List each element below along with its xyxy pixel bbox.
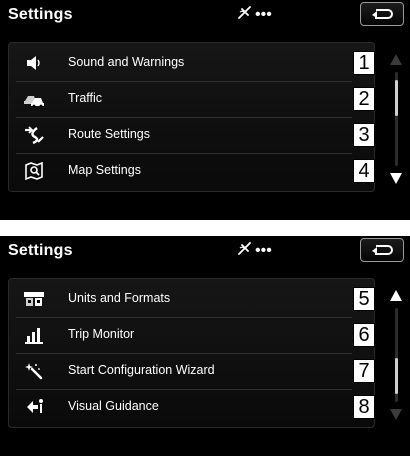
item-number-badge: 7 <box>353 359 375 383</box>
guidance-icon <box>23 397 45 417</box>
item-label: Units and Formats <box>68 291 171 305</box>
list-item-start-configuration-wizard[interactable]: Start Configuration Wizard 7 <box>8 354 375 389</box>
item-number-badge: 5 <box>353 287 375 311</box>
signal-icon <box>238 242 252 260</box>
wizard-wand-icon <box>23 361 45 381</box>
list-item-sound-and-warnings[interactable]: Sound and Warnings 1 <box>8 46 375 81</box>
speaker-icon <box>23 53 45 73</box>
scroll-down-arrow-icon[interactable] <box>390 409 402 420</box>
map-icon <box>23 161 45 181</box>
scroll-thumb[interactable] <box>395 80 398 116</box>
settings-screen-2: Settings ••• Units and Formats 5 Trip Mo… <box>0 236 410 456</box>
scroll-up-arrow-icon[interactable] <box>390 290 402 301</box>
scrollbar[interactable] <box>388 290 406 420</box>
item-label: Route Settings <box>68 127 150 141</box>
item-label: Trip Monitor <box>68 327 135 341</box>
status-indicator: ••• <box>238 242 272 260</box>
item-number-badge: 4 <box>353 159 375 183</box>
back-button[interactable] <box>360 238 404 262</box>
item-number-badge: 3 <box>353 123 375 147</box>
return-arrow-icon <box>369 7 395 21</box>
status-dots: ••• <box>255 242 272 259</box>
item-number-badge: 2 <box>353 87 375 111</box>
scroll-up-arrow-icon[interactable] <box>390 54 402 65</box>
settings-list: Sound and Warnings 1 Traffic 2 Route Set… <box>8 42 375 192</box>
scroll-down-arrow-icon[interactable] <box>390 173 402 184</box>
page-title: Settings <box>8 6 73 23</box>
item-number-badge: 6 <box>353 323 375 347</box>
list-item-map-settings[interactable]: Map Settings 4 <box>8 154 375 189</box>
traffic-icon <box>23 89 45 109</box>
item-label: Traffic <box>68 91 103 105</box>
back-button[interactable] <box>360 2 404 26</box>
item-number-badge: 8 <box>353 395 375 419</box>
list-item-route-settings[interactable]: Route Settings 3 <box>8 118 375 153</box>
scroll-track[interactable] <box>395 308 398 402</box>
scroll-track[interactable] <box>395 72 398 166</box>
return-arrow-icon <box>369 243 395 257</box>
scroll-thumb[interactable] <box>395 358 398 394</box>
item-label: Visual Guidance <box>68 399 159 413</box>
signal-icon <box>238 6 252 24</box>
scrollbar[interactable] <box>388 54 406 184</box>
item-number-badge: 1 <box>353 51 375 75</box>
list-item-trip-monitor[interactable]: Trip Monitor 6 <box>8 318 375 353</box>
item-label: Start Configuration Wizard <box>68 363 215 377</box>
units-icon <box>23 289 45 309</box>
settings-list: Units and Formats 5 Trip Monitor 6 Start… <box>8 278 375 428</box>
page-title: Settings <box>8 242 73 259</box>
status-indicator: ••• <box>238 6 272 24</box>
settings-screen-1: Settings ••• Sound and Warnings 1 Traffi… <box>0 0 410 220</box>
route-icon <box>23 125 45 145</box>
list-item-visual-guidance[interactable]: Visual Guidance 8 <box>8 390 375 425</box>
bar-chart-icon <box>23 325 45 345</box>
status-dots: ••• <box>255 6 272 23</box>
list-item-units-and-formats[interactable]: Units and Formats 5 <box>8 282 375 317</box>
item-label: Map Settings <box>68 163 141 177</box>
list-item-traffic[interactable]: Traffic 2 <box>8 82 375 117</box>
item-label: Sound and Warnings <box>68 55 185 69</box>
